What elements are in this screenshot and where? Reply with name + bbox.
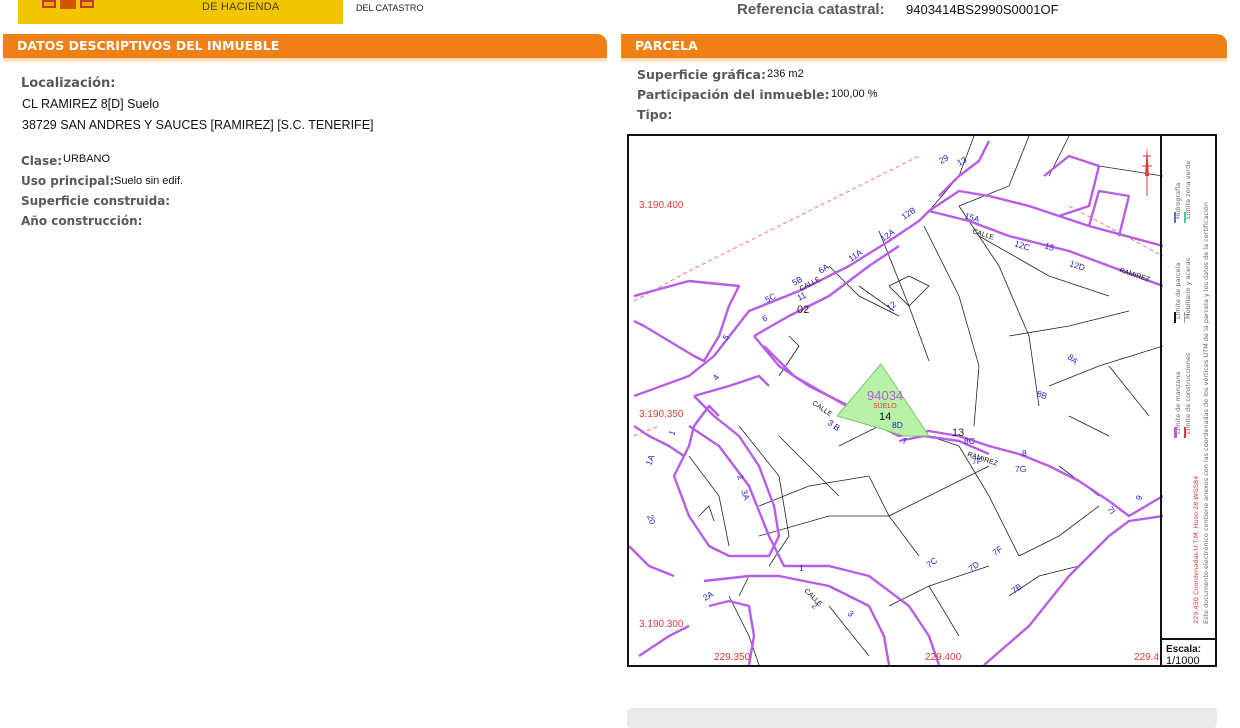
house-number: 15A (963, 210, 981, 224)
house-number: 12 (884, 299, 898, 313)
clase-label: Clase: (21, 154, 63, 168)
house-number: 7G (1015, 464, 1026, 474)
spain-coat-of-arms-icon (42, 0, 94, 9)
house-number: 7B (1009, 581, 1024, 595)
superficie-construida-label: Superficie construida: (21, 194, 171, 208)
house-number: 7D (966, 559, 981, 573)
legend-text: Mobiliario y aceras (1184, 257, 1192, 319)
house-number: 11A (846, 247, 864, 264)
section-header-datos-descriptivos: DATOS DESCRIPTIVOS DEL INMUEBLE (3, 34, 607, 64)
house-number: 7 (902, 436, 907, 446)
house-number: 7I (1105, 504, 1117, 516)
scale-value: 1/1000 (1166, 655, 1200, 667)
legend-text: Límite de parcela (1174, 263, 1182, 319)
house-number: 9 (1133, 494, 1144, 502)
parcel-sub-number: 14 (879, 411, 891, 423)
house-number: 7F (972, 456, 982, 466)
street-label: RAMIREZ (1118, 267, 1151, 284)
house-number: 8B (1035, 388, 1048, 401)
house-number: 6A (816, 261, 831, 275)
cadastral-map: 94034 SUELO 14 02 13 3.190.400 3.190.350… (627, 134, 1217, 667)
address-line-1: CL RAMIREZ 8[D] Suelo (22, 97, 160, 111)
reference-value: 9403414BS2990S0001OF (906, 2, 1059, 17)
house-number: 1A (643, 453, 656, 467)
legend-coordinates-text: 229.450 Coordenadas U.T.M. Huso 28 WGS84 (1192, 476, 1200, 624)
map-scale: Escala: 1/1000 (1160, 638, 1217, 667)
superficie-grafica-label: Superficie gráfica: (637, 67, 766, 82)
house-number: 15 (1043, 240, 1055, 253)
coordinate-x-label: 229.400 (925, 652, 962, 663)
coordinate-x-label: 229.350 (714, 652, 751, 663)
coordinate-x-label: 229.4 (1134, 652, 1159, 663)
map-legend: Límite de manzana Límite de construccion… (1160, 134, 1219, 640)
house-number: 2A (701, 589, 715, 603)
parcel-number: 94034 (867, 388, 903, 403)
house-number: 5C (763, 291, 777, 305)
block-label: 02 (797, 304, 809, 316)
uso-principal-label: Uso principal: (21, 174, 115, 188)
north-arrow-icon (1142, 146, 1152, 196)
participacion-label: Participación del inmueble: (637, 87, 830, 102)
ministry-name: DE HACIENDA (202, 1, 280, 13)
reference-label: Referencia catastral: (737, 1, 885, 18)
legend-text: Límite de construcciones (1184, 352, 1192, 434)
block-label: 13 (952, 427, 964, 439)
coordinate-y-label: 3.190.350 (639, 409, 684, 420)
footer-note-box (627, 708, 1217, 728)
house-number: 3 (846, 608, 857, 619)
house-number: 1 (666, 429, 677, 437)
house-number: 12D (1068, 258, 1086, 272)
house-number: 12B (899, 205, 917, 222)
house-number: 3 B (826, 417, 842, 433)
house-number: 8D (892, 420, 903, 430)
house-number: 8 (1022, 448, 1027, 458)
catastro-name: DEL CATASTRO (356, 3, 424, 13)
location-label: Localización: (21, 76, 116, 91)
house-number: 3A (739, 488, 752, 502)
coordinate-y-label: 3.190.300 (639, 619, 684, 630)
section-header-parcela: PARCELA (621, 34, 1227, 64)
house-number: 4 (710, 372, 721, 382)
house-number: 29 (937, 152, 950, 165)
cadastral-map-drawing: 94034 SUELO 14 02 13 3.190.400 3.190.350… (629, 136, 1163, 665)
superficie-grafica-value: 236 m2 (767, 68, 804, 80)
house-number: 7C (924, 555, 939, 569)
house-number: 7F (990, 544, 1004, 558)
tipo-label: Tipo: (637, 107, 673, 122)
clase-value: URBANO (63, 153, 111, 165)
house-number: 12A (878, 227, 896, 244)
anio-construccion-label: Año construcción: (21, 214, 143, 228)
map-legend-drawing: Límite de manzana Límite de construccion… (1174, 161, 1210, 624)
house-number: 1 (799, 563, 804, 573)
uso-principal-value: Suelo sin edif. (114, 175, 184, 187)
house-number: 20 (645, 513, 658, 526)
legend-text: Límite zona verde (1184, 161, 1192, 219)
street-label: CALLE (811, 400, 833, 419)
parcel-sublabel: SUELO (873, 403, 897, 410)
house-number: 6 (760, 313, 769, 324)
legend-disclaimer-text: Este documento electrónico contiene anex… (1202, 202, 1210, 624)
house-number: 8C (964, 436, 975, 446)
house-number: 8A (1066, 352, 1081, 367)
participacion-value: 100,00 % (831, 88, 878, 100)
scale-label: Escala: (1166, 644, 1202, 655)
legend-text: Límite de manzana (1174, 372, 1182, 434)
coordinate-y-label: 3.190.400 (639, 200, 684, 211)
address-line-2: 38729 SAN ANDRES Y SAUCES [RAMIREZ] [S.C… (22, 118, 374, 132)
